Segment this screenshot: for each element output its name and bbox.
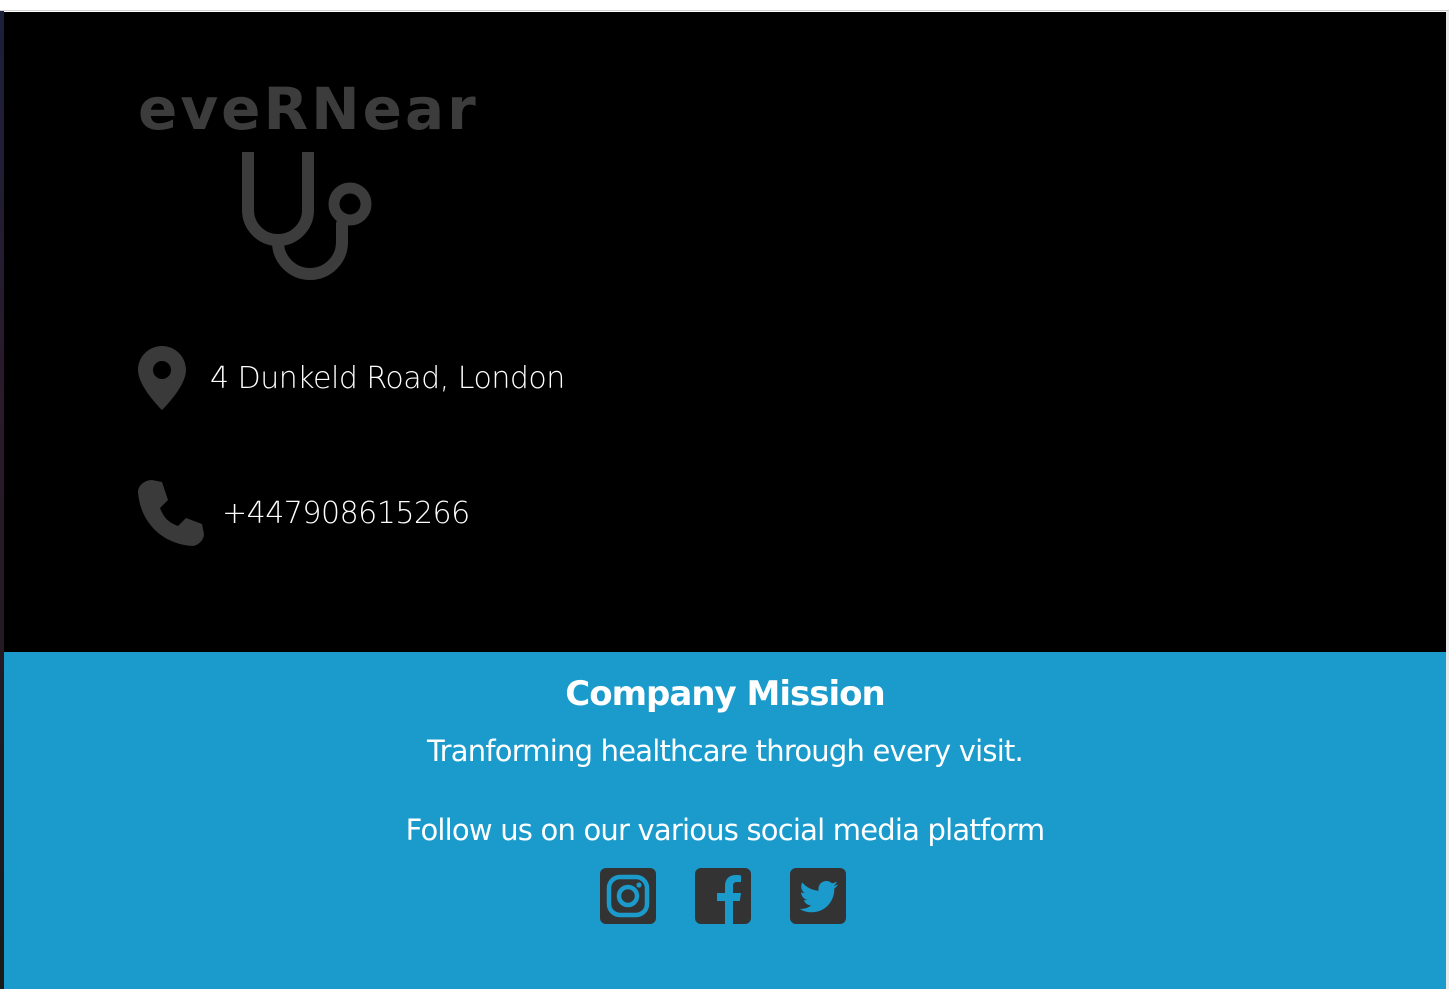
facebook-icon <box>695 868 751 924</box>
browser-top-edge <box>0 0 1449 11</box>
brand-logo-text: eveRNear <box>138 75 479 143</box>
mission-statement: Tranforming healthcare through every vis… <box>427 734 1024 768</box>
twitter-icon <box>790 868 846 924</box>
social-links <box>600 868 846 924</box>
map-pin-icon <box>138 346 186 410</box>
phone-row: +447908615266 <box>138 480 470 546</box>
instagram-link[interactable] <box>600 868 656 924</box>
facebook-link[interactable] <box>695 868 751 924</box>
phone-number-link[interactable]: +447908615266 <box>222 496 470 531</box>
page: eveRNear 4 Dunkeld Road, London +4479086… <box>0 0 1449 989</box>
mission-section: Company Mission Tranforming healthcare t… <box>4 652 1446 989</box>
stethoscope-icon <box>234 146 380 290</box>
address-text: 4 Dunkeld Road, London <box>210 360 565 396</box>
twitter-link[interactable] <box>790 868 846 924</box>
mission-title: Company Mission <box>565 674 885 714</box>
follow-us-text: Follow us on our various social media pl… <box>405 813 1046 847</box>
phone-icon <box>138 480 204 546</box>
instagram-icon <box>600 868 656 924</box>
contact-section: eveRNear 4 Dunkeld Road, London +4479086… <box>4 12 1446 652</box>
address-row: 4 Dunkeld Road, London <box>138 346 565 410</box>
